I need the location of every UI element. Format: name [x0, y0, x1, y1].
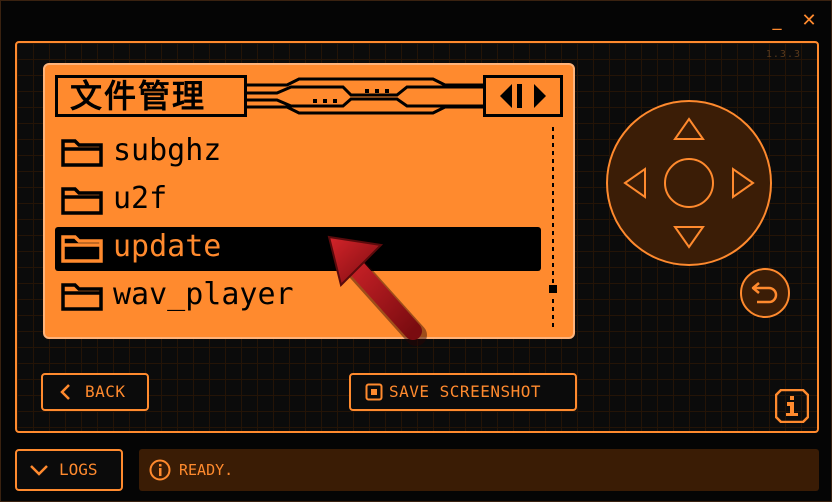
logs-button[interactable]: LOGS [15, 449, 123, 491]
folder-icon [61, 283, 103, 311]
file-list-item[interactable]: wav_player [55, 275, 541, 319]
logs-button-label: LOGS [59, 460, 98, 479]
status-text: READY. [179, 461, 234, 479]
file-name: update [113, 229, 222, 264]
device-panel: 1.3.3 文件管理 subghz u2f update wav_player … [15, 41, 819, 433]
app-window: _ ✕ 1.3.3 文件管理 subghz u2f update wav_pla… [0, 0, 832, 502]
header-circuit-decoration [247, 75, 483, 117]
chevron-left-icon [55, 375, 75, 409]
back-button[interactable]: BACK [41, 373, 149, 411]
save-screenshot-label: SAVE SCREENSHOT [389, 382, 541, 401]
close-button[interactable]: ✕ [799, 11, 819, 31]
info-icon [786, 396, 798, 416]
info-status-icon [149, 449, 171, 491]
folder-icon [61, 187, 103, 215]
back-button-label: BACK [85, 382, 126, 401]
screen-nav-indicator [483, 75, 563, 117]
left-right-arrows-icon [500, 84, 546, 108]
minimize-button[interactable]: _ [767, 11, 787, 31]
file-name: u2f [113, 181, 168, 216]
file-list-item-selected[interactable]: update [55, 227, 541, 271]
minimize-icon: _ [772, 10, 782, 31]
file-list-item[interactable]: u2f [55, 179, 541, 223]
info-button[interactable] [775, 389, 809, 423]
folder-icon [61, 139, 103, 167]
save-icon [363, 375, 385, 409]
version-label: 1.3.3 [765, 49, 801, 60]
dpad-control[interactable] [605, 99, 773, 267]
screen-scrollbar[interactable] [549, 127, 557, 327]
file-name: subghz [113, 133, 222, 168]
chevron-down-icon [29, 451, 49, 489]
file-list-item[interactable]: subghz [55, 131, 541, 175]
scrollbar-thumb [549, 285, 557, 293]
close-icon: ✕ [801, 10, 817, 31]
save-screenshot-button[interactable]: SAVE SCREENSHOT [349, 373, 577, 411]
hardware-back-button[interactable] [739, 267, 791, 319]
device-screen: 文件管理 subghz u2f update wav_player [43, 63, 575, 339]
folder-icon [61, 235, 103, 263]
file-name: wav_player [113, 277, 294, 312]
screen-header-title: 文件管理 [55, 75, 247, 117]
status-bar: READY. [139, 449, 819, 491]
